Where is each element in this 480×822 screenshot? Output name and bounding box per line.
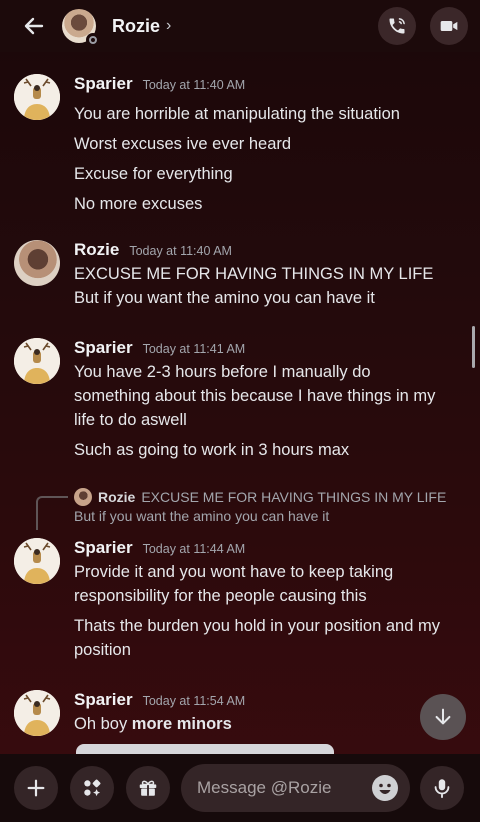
message-text: Oh boy more minors <box>74 712 466 736</box>
message-composer: Message @Rozie <box>0 754 480 822</box>
plus-icon <box>27 779 45 797</box>
message-text: You are horrible at manipulating the sit… <box>74 105 400 123</box>
message-text: No more excuses <box>74 195 203 213</box>
message-input-placeholder: Message @Rozie <box>197 778 332 797</box>
deer-man-avatar-icon <box>14 338 60 384</box>
reply-preview[interactable]: Rozie EXCUSE ME FOR HAVING THINGS IN MY … <box>74 488 474 524</box>
user-avatar[interactable] <box>14 538 60 584</box>
message-text: responsibility for the people causing th… <box>74 587 367 605</box>
recipient-avatar[interactable] <box>62 9 100 47</box>
message-timestamp: Today at 11:40 AM <box>142 78 246 92</box>
message-author[interactable]: Sparier <box>74 74 133 94</box>
reply-text: But if you want the amino you can have i… <box>74 508 330 524</box>
reply-connector <box>36 496 68 530</box>
user-avatar[interactable] <box>14 338 60 384</box>
apps-icon <box>84 779 101 797</box>
emoji-icon <box>373 776 397 800</box>
message-text: position <box>74 641 131 659</box>
video-camera-icon <box>440 21 458 31</box>
message-author[interactable]: Rozie <box>74 240 119 260</box>
gift-button[interactable] <box>126 766 170 810</box>
message-text: something about this because I have thin… <box>74 387 436 405</box>
chevron-right-icon[interactable]: › <box>166 17 171 35</box>
user-avatar[interactable] <box>14 74 60 120</box>
message-text: But if you want the amino you can have i… <box>74 289 375 307</box>
deer-man-avatar-icon <box>14 690 60 736</box>
apps-button[interactable] <box>70 766 114 810</box>
message-text-plain: Oh boy <box>74 715 132 733</box>
message-input[interactable]: Message @Rozie <box>181 764 410 812</box>
deer-man-avatar-icon <box>14 74 60 120</box>
message-timestamp: Today at 11:41 AM <box>142 342 246 356</box>
arrow-left-icon <box>24 17 44 35</box>
microphone-icon <box>434 779 450 799</box>
chat-header: Rozie › <box>0 0 480 52</box>
reply-avatar <box>74 488 92 506</box>
jump-to-bottom-button[interactable] <box>420 694 466 740</box>
reply-text: EXCUSE ME FOR HAVING THINGS IN MY LIFE <box>141 489 447 505</box>
video-call-button[interactable] <box>430 7 468 45</box>
message-author[interactable]: Sparier <box>74 690 133 710</box>
voice-call-button[interactable] <box>378 7 416 45</box>
message-timestamp: Today at 11:40 AM <box>129 244 232 258</box>
arrow-down-icon <box>435 708 451 725</box>
message-text: Worst excuses ive ever heard <box>74 135 292 153</box>
add-attachment-button[interactable] <box>14 766 58 810</box>
recipient-name[interactable]: Rozie <box>112 16 160 37</box>
deer-man-avatar-icon <box>14 538 60 584</box>
message-text: Provide it and you wont have to keep tak… <box>74 563 394 581</box>
emoji-button[interactable] <box>372 775 398 801</box>
message-list[interactable]: Sparier Today at 11:40 AM You are horrib… <box>0 58 480 748</box>
scrollbar-thumb[interactable] <box>472 326 475 368</box>
message-text: Thats the burden you hold in your positi… <box>74 617 440 635</box>
message-text: Excuse for everything <box>74 165 233 183</box>
message-text: EXCUSE ME FOR HAVING THINGS IN MY LIFE <box>74 265 434 283</box>
message-timestamp: Today at 11:54 AM <box>142 694 246 708</box>
offline-status-icon <box>86 33 100 47</box>
message-author[interactable]: Sparier <box>74 538 133 558</box>
back-button[interactable] <box>12 4 56 48</box>
reply-author: Rozie <box>98 489 136 505</box>
message-text-bold: more minors <box>131 715 232 733</box>
message-author[interactable]: Sparier <box>74 338 133 358</box>
message-text: You have 2-3 hours before I manually do <box>74 363 371 381</box>
phone-icon <box>389 18 405 34</box>
message-text: life to do aswell <box>74 411 187 429</box>
voice-message-button[interactable] <box>420 766 464 810</box>
gift-icon <box>139 780 157 796</box>
message-timestamp: Today at 11:44 AM <box>142 542 246 556</box>
user-avatar[interactable] <box>14 240 60 286</box>
image-attachment-preview[interactable] <box>76 744 334 754</box>
user-avatar[interactable] <box>14 690 60 736</box>
message-text: Such as going to work in 3 hours max <box>74 441 350 459</box>
